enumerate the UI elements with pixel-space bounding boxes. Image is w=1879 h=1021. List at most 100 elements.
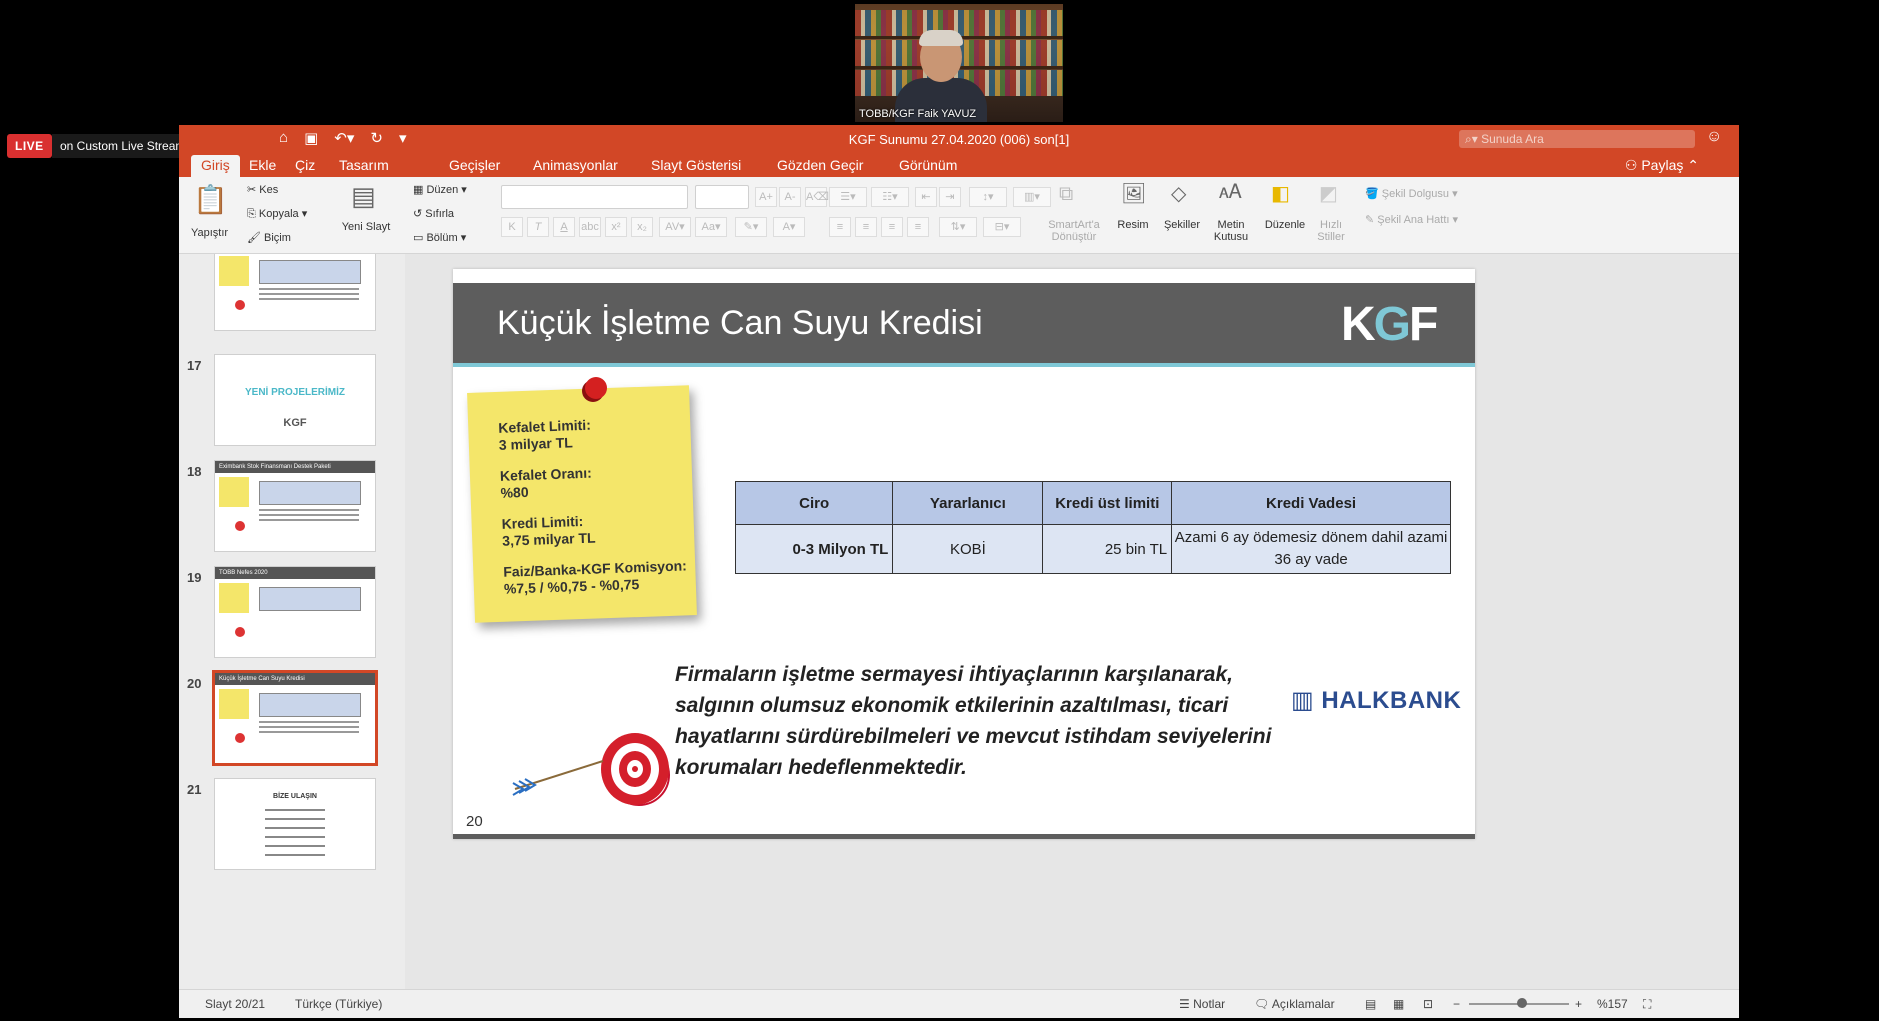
font-name-select[interactable] <box>501 185 688 209</box>
thumbnail-title: YENİ PROJELERİMİZ <box>244 387 345 398</box>
comment-icon: 🗨 <box>1254 997 1270 1011</box>
tab-slayt-gosterisi[interactable]: Slayt Gösterisi <box>651 157 741 173</box>
layout-button[interactable]: ▦ Düzen ▾ <box>413 183 467 196</box>
cut-button[interactable]: ✂ Kes <box>247 183 278 196</box>
zoom-slider-handle[interactable] <box>1517 998 1527 1008</box>
sticky-note[interactable]: Kefalet Limiti: 3 milyar TL Kefalet Oran… <box>467 385 697 623</box>
slide-number: 21 <box>187 782 202 797</box>
subscript-button[interactable]: x₂ <box>631 217 653 237</box>
textbox-icon[interactable]: 🗚 <box>1219 181 1242 204</box>
arrange-icon[interactable]: ◧ <box>1271 181 1290 206</box>
tab-animasyonlar[interactable]: Animasyonlar <box>533 157 618 173</box>
slide-thumbnail[interactable]: YENİ PROJELERİMİZ KGF <box>214 354 376 446</box>
zoom-in-icon[interactable]: + <box>1575 997 1582 1011</box>
font-size-select[interactable] <box>695 185 749 209</box>
slide-page-number: 20 <box>466 813 483 830</box>
smartart-icon[interactable]: ⧉ <box>1059 183 1073 206</box>
shapes-button[interactable]: Şekiller <box>1159 219 1205 231</box>
textbox-button[interactable]: Metin Kutusu <box>1209 219 1253 243</box>
new-slide-icon[interactable]: ▤ <box>351 181 376 212</box>
shape-fill-button[interactable]: 🪣 Şekil Dolgusu ▾ <box>1365 187 1458 200</box>
tab-gecisler[interactable]: Geçişler <box>449 157 500 173</box>
table-header: Yararlanıcı <box>892 481 1044 525</box>
picture-icon[interactable]: 🖼 <box>1121 181 1146 206</box>
shrink-font-button[interactable]: A- <box>779 187 801 207</box>
slide-thumbnail[interactable]: TOBB Nefes 2020 <box>214 566 376 658</box>
fit-to-window-icon[interactable]: ⛶ <box>1643 997 1651 1012</box>
char-spacing-button[interactable]: AV▾ <box>659 217 691 237</box>
highlight-button[interactable]: ✎▾ <box>735 217 767 237</box>
change-case-button[interactable]: Aa▾ <box>695 217 727 237</box>
numbering-button[interactable]: ☷▾ <box>871 187 909 207</box>
bold-button[interactable]: K <box>501 217 523 237</box>
arrange-button[interactable]: Düzenle <box>1263 219 1307 231</box>
decrease-indent-button[interactable]: ⇤ <box>915 187 937 207</box>
slideshow-icon[interactable]: ⊡ <box>1423 997 1433 1011</box>
slide[interactable]: Küçük İşletme Can Suyu Kredisi KGF Kefal… <box>453 269 1475 839</box>
bullets-button[interactable]: ☰▾ <box>829 187 867 207</box>
grow-font-button[interactable]: A+ <box>755 187 777 207</box>
tab-tasarim[interactable]: Tasarım <box>339 157 389 173</box>
comments-button[interactable]: 🗨 Açıklamalar <box>1254 997 1335 1011</box>
copy-button[interactable]: ⎘ Kopyala ▾ <box>247 207 307 221</box>
format-painter-button[interactable]: 🖌 Biçim <box>247 231 291 244</box>
slide-thumbnails-pane: 17 YENİ PROJELERİMİZ KGF 18 Eximbank Sto… <box>179 254 405 989</box>
slide-counter: Slayt 20/21 <box>205 997 266 1011</box>
slide-title[interactable]: Küçük İşletme Can Suyu Kredisi <box>497 304 983 343</box>
thumbnail-title: BİZE ULAŞIN <box>273 793 317 800</box>
slide-thumbnail[interactable] <box>214 254 376 331</box>
justify-button[interactable]: ≡ <box>907 217 929 237</box>
paste-button[interactable]: Yapıştır <box>191 227 228 239</box>
section-button[interactable]: ▭ Bölüm ▾ <box>413 231 466 244</box>
normal-view-icon[interactable]: ▤ <box>1365 997 1376 1011</box>
zoom-out-icon[interactable]: − <box>1453 997 1460 1011</box>
language-indicator[interactable]: Türkçe (Türkiye) <box>295 997 382 1011</box>
picture-button[interactable]: Resim <box>1113 219 1153 231</box>
tab-ciz[interactable]: Çiz <box>295 157 315 173</box>
tab-giris[interactable]: Giriş <box>191 155 240 177</box>
superscript-button[interactable]: x² <box>605 217 627 237</box>
slide-number: 19 <box>187 570 202 585</box>
quick-styles-icon[interactable]: ◩ <box>1319 181 1338 206</box>
zoom-level[interactable]: %157 <box>1597 997 1628 1011</box>
credit-table[interactable]: Ciro Yararlanıcı Kredi üst limiti Kredi … <box>734 481 1451 574</box>
tab-gozden-gecir[interactable]: Gözden Geçir <box>777 157 863 173</box>
clipboard-icon[interactable]: 📋 <box>193 183 228 216</box>
slide-thumbnail[interactable]: Eximbank Stok Finansmanı Destek Paketi <box>214 460 376 552</box>
slide-thumbnail[interactable]: BİZE ULAŞIN <box>214 778 376 870</box>
feedback-icon[interactable]: ☺ <box>1706 128 1722 146</box>
tab-ekle[interactable]: Ekle <box>249 157 276 173</box>
font-color-button[interactable]: A▾ <box>773 217 805 237</box>
align-right-button[interactable]: ≡ <box>881 217 903 237</box>
slide-thumbnail-selected[interactable]: Küçük İşletme Can Suyu Kredisi <box>212 670 378 766</box>
text-direction-button[interactable]: ⇅▾ <box>939 217 977 237</box>
italic-button[interactable]: T <box>527 217 549 237</box>
notes-button[interactable]: ☰ Notlar <box>1179 997 1225 1011</box>
slide-editing-canvas[interactable]: Küçük İşletme Can Suyu Kredisi KGF Kefal… <box>405 254 1739 989</box>
search-input[interactable]: ⌕▾ Sunuda Ara <box>1459 130 1695 148</box>
objective-text[interactable]: Firmaların işletme sermayesi ihtiyaçları… <box>675 659 1275 783</box>
quick-styles-button[interactable]: Hızlı Stiller <box>1309 219 1353 243</box>
clear-format-button[interactable]: A⌫ <box>805 187 829 207</box>
shape-outline-button[interactable]: ✎ Şekil Ana Hattı ▾ <box>1365 213 1458 226</box>
underline-button[interactable]: A <box>553 217 575 237</box>
powerpoint-window: ⌂ ▣ ↶▾ ↻ ▾ KGF Sunumu 27.04.2020 (006) s… <box>179 125 1739 1018</box>
strikethrough-button[interactable]: abc <box>579 217 601 237</box>
share-button[interactable]: ⚇ Paylaş ⌃ <box>1625 157 1699 174</box>
live-badge: LIVE <box>7 134 52 158</box>
smartart-button[interactable]: SmartArt'a Dönüştür <box>1039 219 1109 243</box>
kgf-logo-icon: KGF <box>283 417 307 429</box>
tab-gorunum[interactable]: Görünüm <box>899 157 957 173</box>
align-left-button[interactable]: ≡ <box>829 217 851 237</box>
thumbnail-title: Eximbank Stok Finansmanı Destek Paketi <box>215 461 375 473</box>
shapes-icon[interactable]: ◇ <box>1171 181 1186 206</box>
reset-button[interactable]: ↺ Sıfırla <box>413 207 454 220</box>
align-text-button[interactable]: ⊟▾ <box>983 217 1021 237</box>
align-center-button[interactable]: ≡ <box>855 217 877 237</box>
increase-indent-button[interactable]: ⇥ <box>939 187 961 207</box>
slide-sorter-icon[interactable]: ▦ <box>1393 997 1404 1011</box>
new-slide-button[interactable]: Yeni Slayt <box>341 221 391 233</box>
line-spacing-button[interactable]: ↕▾ <box>969 187 1007 207</box>
ribbon: 📋 Yapıştır ✂ Kes ⎘ Kopyala ▾ 🖌 Biçim ▤ Y… <box>179 177 1739 254</box>
columns-button[interactable]: ▥▾ <box>1013 187 1051 207</box>
